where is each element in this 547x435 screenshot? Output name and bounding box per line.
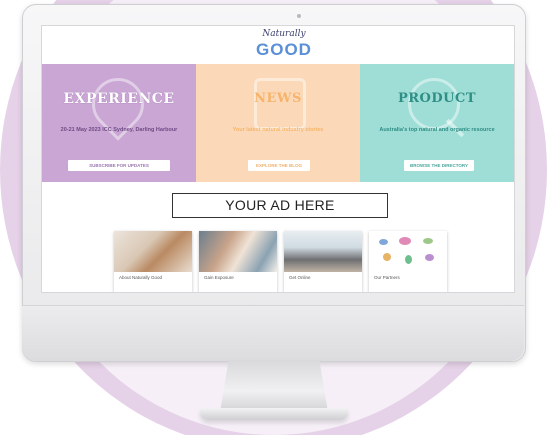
- subscribe-button[interactable]: SUBSCRIBE FOR UPDATES: [68, 160, 170, 171]
- website-screen: Naturally GOOD EXPERIENCE 20-21 May 2023…: [41, 25, 515, 293]
- card-online-label: Get Online: [289, 275, 311, 280]
- card-about-image: [114, 231, 192, 272]
- partner-logo-dot: [399, 237, 411, 245]
- panel-news: NEWS Your latest natural industry storie…: [196, 64, 360, 182]
- explore-blog-button[interactable]: EXPLORE THE BLOG: [248, 160, 310, 171]
- feature-panels: EXPERIENCE 20-21 May 2023 ICC Sydney, Da…: [42, 64, 514, 182]
- card-exposure[interactable]: Gain Exposure: [199, 231, 277, 292]
- panel-experience-title: EXPERIENCE: [63, 91, 175, 107]
- card-exposure-image: [199, 231, 277, 272]
- card-partners[interactable]: Our Partners: [369, 231, 447, 292]
- monitor-stand-base: [200, 408, 348, 420]
- panel-product-subtitle: Australia's top natural and organic reso…: [379, 127, 495, 133]
- stage: Naturally GOOD EXPERIENCE 20-21 May 2023…: [0, 0, 547, 435]
- partner-logo-dot: [425, 254, 434, 261]
- panel-experience: EXPERIENCE 20-21 May 2023 ICC Sydney, Da…: [42, 64, 196, 182]
- logo-wordmark[interactable]: GOOD: [254, 40, 314, 60]
- monitor-stand-neck: [220, 360, 328, 412]
- panel-news-title: NEWS: [254, 91, 302, 106]
- panel-product: PRODUCT Australia's top natural and orga…: [360, 64, 514, 182]
- card-partners-label: Our Partners: [374, 275, 400, 280]
- card-about-label: About Naturally Good: [119, 275, 163, 280]
- panel-news-subtitle: Your latest natural industry stories: [232, 127, 324, 133]
- card-exposure-label: Gain Exposure: [204, 275, 234, 280]
- partner-logo-dot: [405, 255, 412, 264]
- card-partners-image: [369, 231, 447, 272]
- browse-directory-button[interactable]: BROWSE THE DIRECTORY: [404, 160, 474, 171]
- ad-placeholder[interactable]: YOUR AD HERE: [172, 193, 388, 218]
- partner-logo-dot: [379, 239, 388, 245]
- card-about[interactable]: About Naturally Good: [114, 231, 192, 292]
- card-online[interactable]: Get Online: [284, 231, 362, 292]
- partner-logo-dot: [423, 238, 433, 244]
- card-online-image: [284, 231, 362, 272]
- card-row: About Naturally Good Gain Exposure Get O…: [114, 231, 447, 292]
- panel-experience-subtitle: 20-21 May 2023 ICC Sydney, Darling Harbo…: [60, 127, 178, 133]
- logo-script-text[interactable]: Naturally: [254, 29, 314, 39]
- site-header: Naturally GOOD: [42, 26, 514, 64]
- monitor-chin: [22, 305, 524, 361]
- partner-logo-dot: [383, 253, 391, 261]
- panel-product-title: PRODUCT: [397, 91, 477, 106]
- camera-dot: [297, 14, 301, 18]
